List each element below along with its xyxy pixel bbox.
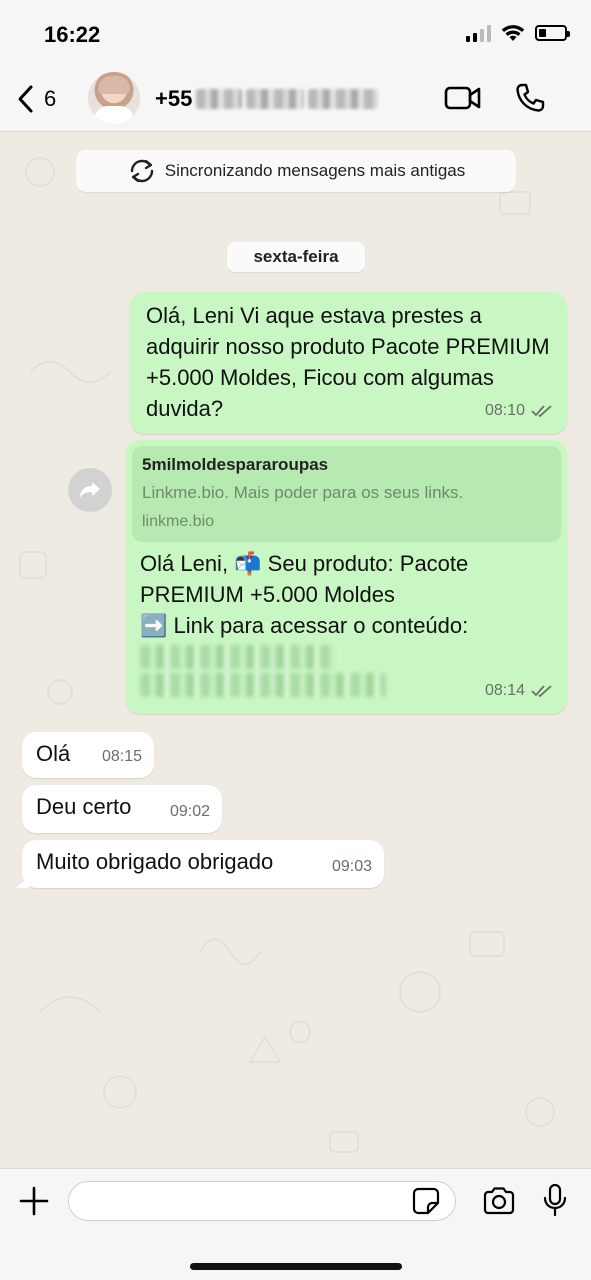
message-outgoing-link[interactable]: 5milmoldespararoupas Linkme.bio. Mais po… xyxy=(126,440,567,714)
contact-name[interactable]: +55 xyxy=(155,86,379,112)
message-time: 08:15 xyxy=(101,748,142,765)
attach-button[interactable] xyxy=(18,1185,50,1222)
chat-area: Sincronizando mensagens mais antigas sex… xyxy=(0,132,591,1168)
phone-icon xyxy=(516,83,545,112)
clock: 16:22 xyxy=(44,22,101,47)
battery-icon xyxy=(535,25,570,41)
message-text: Deu certo xyxy=(36,794,132,819)
message-meta: 08:14 xyxy=(485,675,553,706)
back-button[interactable]: 6 xyxy=(16,84,56,114)
avatar[interactable] xyxy=(88,72,140,124)
redacted-link xyxy=(140,673,386,697)
sync-icon xyxy=(130,159,153,183)
link-preview[interactable]: 5milmoldespararoupas Linkme.bio. Mais po… xyxy=(132,446,561,542)
home-indicator xyxy=(190,1263,402,1270)
message-text: Muito obrigado obrigado xyxy=(36,849,274,874)
message-time: 09:02 xyxy=(169,803,210,820)
message-incoming[interactable]: Muito obrigado obrigado 09:03 xyxy=(15,840,384,888)
sync-banner: Sincronizando mensagens mais antigas xyxy=(76,150,516,192)
camera-icon xyxy=(483,1187,515,1215)
video-camera-icon xyxy=(444,86,481,110)
redacted-number xyxy=(246,89,305,109)
day-separator: sexta-feira xyxy=(227,242,365,272)
link-preview-domain: linkme.bio xyxy=(142,513,215,530)
sticker-button[interactable] xyxy=(412,1187,440,1220)
redacted-number xyxy=(196,89,243,109)
link-preview-description: Linkme.bio. Mais poder para os seus link… xyxy=(142,483,464,502)
bubble-tail xyxy=(15,874,29,888)
contact-prefix: +55 xyxy=(155,86,193,111)
message-text-line2: ➡️ Link para acessar o conteúdo: xyxy=(140,613,469,638)
message-meta: 08:10 xyxy=(485,395,553,426)
sync-text: Sincronizando mensagens mais antigas xyxy=(164,161,466,180)
input-bar xyxy=(0,1168,591,1280)
video-call-button[interactable] xyxy=(444,84,482,117)
message-time: 09:03 xyxy=(331,858,372,875)
unread-count: 6 xyxy=(44,86,57,111)
status-bar: 16:22 xyxy=(0,0,591,66)
message-incoming[interactable]: Deu certo 09:02 xyxy=(22,785,222,833)
message-meta: 09:02 xyxy=(170,796,210,827)
microphone-button[interactable] xyxy=(542,1183,568,1222)
wifi-icon xyxy=(501,25,525,41)
redacted-link xyxy=(140,645,336,669)
sticker-icon xyxy=(412,1187,440,1215)
microphone-icon xyxy=(543,1183,567,1217)
redacted-number xyxy=(308,89,379,109)
message-incoming[interactable]: Olá 08:15 xyxy=(22,732,154,778)
message-input[interactable] xyxy=(68,1181,456,1221)
message-text-line1: Olá Leni, 📬 Seu produto: Pacote PREMIUM … xyxy=(140,551,469,607)
message-time: 08:14 xyxy=(484,682,525,699)
camera-button[interactable] xyxy=(482,1187,516,1220)
chevron-left-icon xyxy=(18,85,33,113)
message-meta: 09:03 xyxy=(332,851,372,882)
message-outgoing[interactable]: Olá, Leni Vi aque estava prestes a adqui… xyxy=(130,292,567,434)
message-time: 08:10 xyxy=(484,402,525,419)
forward-button[interactable] xyxy=(68,468,112,512)
double-check-icon xyxy=(531,684,552,697)
forward-icon xyxy=(80,482,100,498)
plus-icon xyxy=(19,1186,49,1216)
message-meta: 08:15 xyxy=(102,741,142,772)
link-preview-title: 5milmoldespararoupas xyxy=(142,455,329,474)
voice-call-button[interactable] xyxy=(514,82,546,119)
signal-icon xyxy=(466,24,491,42)
chat-header: 6 +55 xyxy=(0,66,591,132)
double-check-icon xyxy=(531,404,552,417)
status-icons xyxy=(466,24,570,42)
message-text: Olá xyxy=(36,741,71,766)
